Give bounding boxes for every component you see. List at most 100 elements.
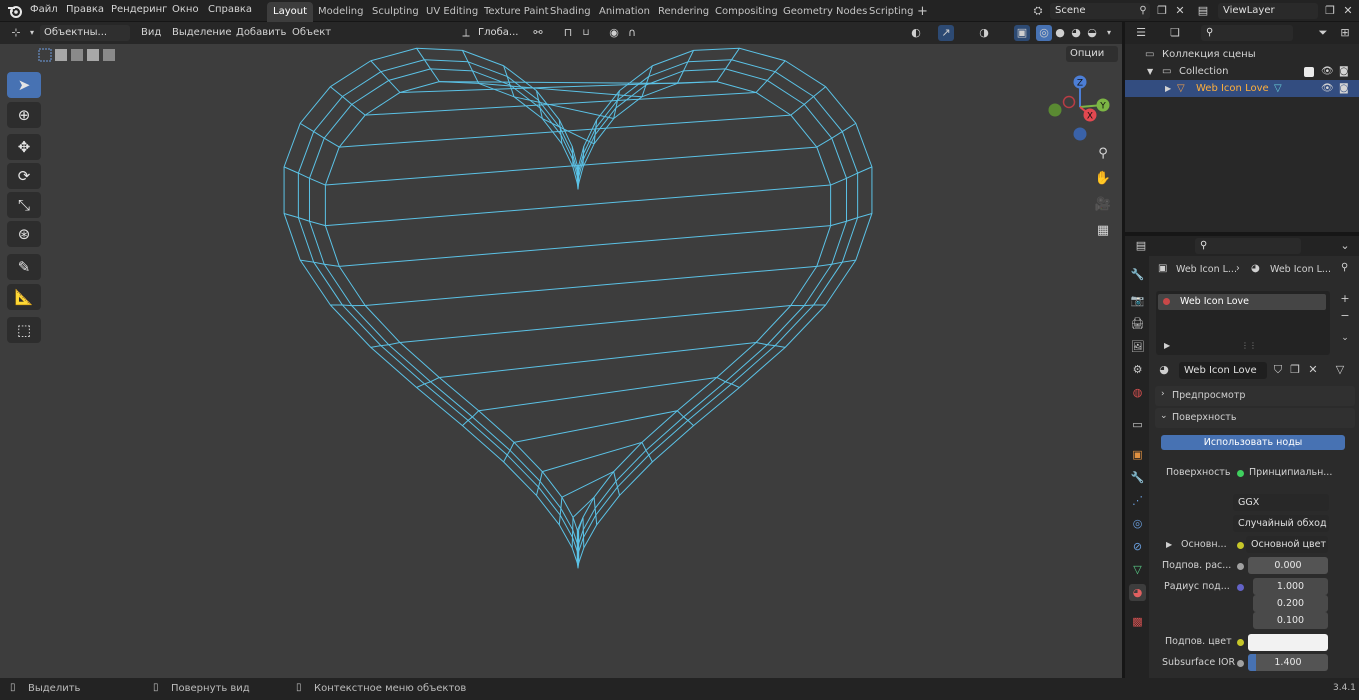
add-workspace-button[interactable]: + bbox=[911, 2, 934, 22]
menu-edit[interactable]: Правка bbox=[66, 4, 104, 15]
duplicate-material-icon[interactable]: ❐ bbox=[1287, 362, 1303, 378]
annotate-tool[interactable]: ✎ bbox=[7, 254, 41, 280]
expand-arrow-icon[interactable]: ▶ bbox=[1165, 80, 1171, 97]
material-tab-icon[interactable]: ◕ bbox=[1129, 584, 1146, 601]
orientation-icon[interactable]: ⟂ bbox=[458, 25, 474, 41]
render-tab-icon[interactable]: 📷 bbox=[1129, 292, 1146, 309]
tool-tab-icon[interactable]: 🔧 bbox=[1129, 266, 1146, 283]
subsurface-color-swatch[interactable] bbox=[1248, 634, 1328, 651]
tab-modeling[interactable]: Modeling bbox=[312, 2, 370, 22]
tab-shading[interactable]: Shading bbox=[544, 2, 597, 22]
tab-rendering[interactable]: Rendering bbox=[652, 2, 715, 22]
snap-icon[interactable]: ⊓ bbox=[560, 25, 576, 41]
base-color-link[interactable]: Основной цвет bbox=[1246, 536, 1328, 553]
mode-dropdown[interactable]: Объектны... bbox=[40, 25, 130, 41]
add-cube-tool[interactable]: ⬚ bbox=[7, 317, 41, 343]
pivot-icon[interactable]: ⚯ bbox=[530, 25, 546, 41]
outliner-editor-icon[interactable]: ☰ bbox=[1133, 25, 1149, 41]
proportional-edit-icon[interactable]: ◉ bbox=[606, 25, 622, 41]
move-tool[interactable]: ✥ bbox=[7, 134, 41, 160]
tab-animation[interactable]: Animation bbox=[593, 2, 656, 22]
slot-menu-icon[interactable]: ⌄ bbox=[1337, 330, 1353, 346]
pin-icon[interactable]: ⚲ bbox=[1135, 3, 1151, 19]
collection-checkbox[interactable] bbox=[1304, 67, 1314, 77]
wireframe-shading-icon[interactable]: ◎ bbox=[1036, 25, 1052, 41]
expand-arrow-icon[interactable]: ▶ bbox=[1164, 341, 1170, 350]
tab-compositing[interactable]: Compositing bbox=[709, 2, 784, 22]
collection-tab-icon[interactable]: ▭ bbox=[1129, 416, 1146, 433]
3d-viewport[interactable]: ⊹ ▾ Объектны... Вид Выделение Добавить О… bbox=[0, 22, 1122, 678]
select-mode-buttons[interactable] bbox=[38, 48, 118, 62]
eye-icon[interactable]: 👁 bbox=[1321, 80, 1334, 97]
menu-view[interactable]: Вид bbox=[141, 27, 161, 38]
zoom-icon[interactable]: ⚲ bbox=[1092, 143, 1114, 165]
solid-shading-icon[interactable]: ● bbox=[1052, 25, 1068, 41]
world-tab-icon[interactable]: ◍ bbox=[1129, 384, 1146, 401]
fake-user-icon[interactable]: ⛉ bbox=[1270, 362, 1286, 378]
xray-icon[interactable]: ▣ bbox=[1014, 25, 1030, 41]
tab-layout[interactable]: Layout bbox=[267, 2, 313, 22]
resize-grip-icon[interactable]: ⋮⋮ bbox=[1241, 341, 1257, 350]
material-slot-row[interactable]: Web Icon Love bbox=[1158, 294, 1326, 310]
gizmo-toggle-icon[interactable]: ↗ bbox=[938, 25, 954, 41]
expand-arrow-icon[interactable]: ▶ bbox=[1166, 540, 1172, 549]
delete-view-layer-icon[interactable]: ✕ bbox=[1340, 3, 1356, 19]
transform-orientation-dropdown[interactable]: Глоба... bbox=[474, 25, 522, 41]
object-tab-icon[interactable]: ▣ bbox=[1129, 446, 1146, 463]
distribution-dropdown[interactable]: GGX bbox=[1233, 494, 1329, 511]
visibility-icon[interactable]: ◐ bbox=[908, 25, 924, 41]
preview-panel-header[interactable]: › Предпросмотр bbox=[1155, 386, 1355, 406]
menu-add[interactable]: Добавить bbox=[236, 27, 286, 38]
subsurface-weight-field[interactable]: 0.000 bbox=[1248, 557, 1328, 574]
scale-tool[interactable]: ⤡ bbox=[7, 192, 41, 218]
camera-render-icon[interactable]: ◙ bbox=[1339, 80, 1349, 97]
texture-tab-icon[interactable]: ▩ bbox=[1129, 613, 1146, 630]
material-shading-icon[interactable]: ◕ bbox=[1068, 25, 1084, 41]
cursor-tool[interactable]: ⊕ bbox=[7, 102, 41, 128]
view-layer-selector[interactable]: ViewLayer bbox=[1218, 3, 1318, 19]
options-icon[interactable]: ⌄ bbox=[1337, 238, 1353, 254]
material-name-field[interactable]: Web Icon Love bbox=[1179, 362, 1267, 379]
perspective-grid-icon[interactable]: ▦ bbox=[1092, 220, 1114, 242]
outliner-search-field[interactable]: ⚲ bbox=[1201, 25, 1293, 41]
physics-tab-icon[interactable]: ◎ bbox=[1129, 515, 1146, 532]
menu-select[interactable]: Выделение bbox=[172, 27, 232, 38]
transform-tool[interactable]: ⊛ bbox=[7, 221, 41, 247]
tab-sculpting[interactable]: Sculpting bbox=[366, 2, 425, 22]
camera-icon[interactable]: 🎥 bbox=[1092, 194, 1114, 216]
menu-window[interactable]: Окно bbox=[172, 4, 199, 15]
constraints-tab-icon[interactable]: ⊘ bbox=[1129, 538, 1146, 555]
surface-shader-value[interactable]: Принципиальн... bbox=[1249, 467, 1332, 478]
view-layer-icon[interactable]: ▤ bbox=[1195, 3, 1211, 19]
gizmo-neg-y[interactable] bbox=[1048, 103, 1062, 117]
properties-search-field[interactable]: ⚲ bbox=[1195, 238, 1301, 254]
unlink-material-icon[interactable]: ✕ bbox=[1305, 362, 1321, 378]
shading-options-icon[interactable]: ▾ bbox=[1101, 25, 1117, 41]
rendered-shading-icon[interactable]: ◒ bbox=[1084, 25, 1100, 41]
properties-editor-icon[interactable]: ▤ bbox=[1133, 238, 1149, 254]
subsurface-ior-slider[interactable]: 1.400 bbox=[1248, 654, 1328, 671]
gizmo-neg-x[interactable] bbox=[1062, 95, 1076, 109]
scene-tab-icon[interactable]: ⚙ bbox=[1129, 361, 1146, 378]
select-box-tool[interactable]: ➤ bbox=[7, 72, 41, 98]
snap-target-icon[interactable]: ⊔ bbox=[578, 25, 594, 41]
tab-uv-editing[interactable]: UV Editing bbox=[420, 2, 484, 22]
tab-geometry-nodes[interactable]: Geometry Nodes bbox=[777, 2, 873, 22]
surface-panel-header[interactable]: ⌄ Поверхность bbox=[1155, 408, 1355, 428]
menu-object[interactable]: Объект bbox=[292, 27, 331, 38]
outliner-row-object[interactable]: ▶ ▽ Web Icon Love ▽ 👁 ◙ bbox=[1125, 80, 1359, 97]
falloff-icon[interactable]: ∩ bbox=[624, 25, 640, 41]
add-slot-icon[interactable]: + bbox=[1337, 291, 1353, 307]
outliner-row-collection[interactable]: ▼ ▭ Collection 👁 ◙ bbox=[1125, 63, 1359, 80]
modifier-tab-icon[interactable]: 🔧 bbox=[1129, 469, 1146, 486]
eye-icon[interactable]: 👁 bbox=[1321, 63, 1334, 80]
expand-arrow-icon[interactable]: ▼ bbox=[1147, 63, 1153, 80]
camera-render-icon[interactable]: ◙ bbox=[1339, 63, 1349, 80]
menu-render[interactable]: Рендеринг bbox=[111, 4, 167, 15]
menu-help[interactable]: Справка bbox=[208, 4, 252, 15]
view-layer-tab-icon[interactable]: 🖼 bbox=[1129, 338, 1146, 355]
subsurface-radius-y[interactable]: 0.200 bbox=[1253, 595, 1328, 612]
new-collection-icon[interactable]: ⊞ bbox=[1337, 25, 1353, 41]
scene-icon[interactable]: ⛭ bbox=[1030, 3, 1046, 19]
measure-tool[interactable]: 📐 bbox=[7, 284, 41, 310]
